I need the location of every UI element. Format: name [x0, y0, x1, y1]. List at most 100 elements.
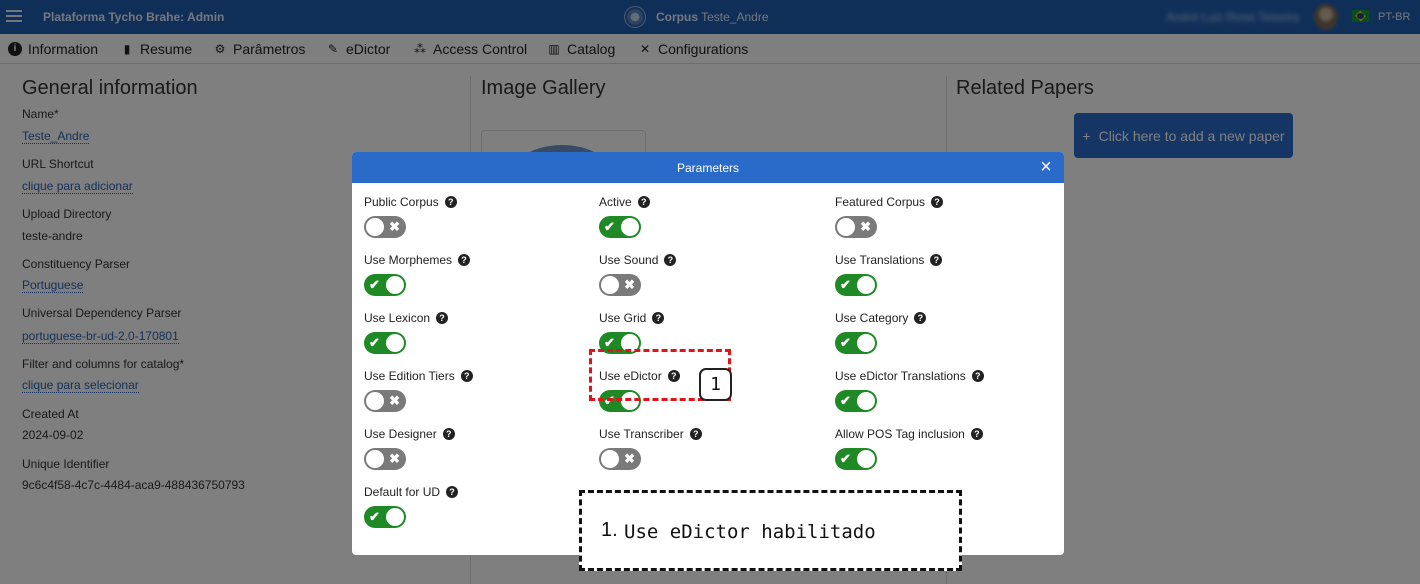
x-icon: ✖	[389, 219, 400, 234]
toggle-knob	[386, 334, 404, 352]
help-icon[interactable]: ?	[436, 312, 449, 324]
param-allow-pos-tag-inclusion: Allow POS Tag inclusion? ✔	[835, 427, 1064, 475]
param-default-for-ud: Default for UD? ✔	[364, 485, 594, 533]
toggle-knob	[366, 218, 384, 236]
param-use-morphemes: Use Morphemes? ✔	[364, 253, 594, 301]
param-use-category: Use Category? ✔	[835, 311, 1064, 359]
param-label: Allow POS Tag inclusion?	[835, 427, 983, 441]
toggle-knob	[621, 218, 639, 236]
param-public-corpus: Public Corpus? ✖	[364, 195, 594, 243]
use-category-toggle[interactable]: ✔	[835, 332, 877, 354]
toggle-knob	[386, 276, 404, 294]
param-label: Use Category?	[835, 311, 927, 325]
modal-title: Parameters	[676, 160, 740, 175]
param-label-text: Use Morphemes	[364, 253, 453, 267]
note-text: Use eDictor habilitado	[624, 521, 876, 543]
param-label-text: Use Category	[835, 311, 909, 325]
param-label-text: Default for UD	[364, 485, 441, 499]
param-use-lexicon: Use Lexicon? ✔	[364, 311, 594, 359]
toggle-knob	[366, 450, 384, 468]
help-icon[interactable]: ?	[970, 428, 983, 440]
param-label: Use Transcriber?	[599, 427, 702, 441]
param-label-text: Public Corpus	[364, 195, 439, 209]
toggle-knob	[857, 334, 875, 352]
help-icon[interactable]: ?	[458, 254, 471, 266]
param-label-text: Use Sound	[599, 253, 659, 267]
param-label: Public Corpus?	[364, 195, 457, 209]
x-icon: ✖	[389, 451, 400, 466]
param-label: Use Morphemes?	[364, 253, 471, 267]
param-label-text: Use Lexicon	[364, 311, 431, 325]
param-label-text: Use Edition Tiers	[364, 369, 455, 383]
toggle-knob	[366, 392, 384, 410]
param-label: Use Lexicon?	[364, 311, 449, 325]
param-label-text: Use Translations	[835, 253, 925, 267]
toggle-knob	[386, 508, 404, 526]
check-icon: ✔	[840, 451, 851, 466]
toggle-knob	[857, 450, 875, 468]
help-icon[interactable]: ?	[460, 370, 473, 382]
help-icon[interactable]: ?	[652, 312, 665, 324]
param-label: Featured Corpus?	[835, 195, 944, 209]
use-sound-toggle[interactable]: ✖	[599, 274, 641, 296]
annotation-note: 1. Use eDictor habilitado	[579, 490, 962, 571]
param-label: Use Grid?	[599, 311, 665, 325]
use-edition-tiers-toggle[interactable]: ✖	[364, 390, 406, 412]
toggle-knob	[857, 276, 875, 294]
help-icon[interactable]: ?	[914, 312, 927, 324]
use-morphemes-toggle[interactable]: ✔	[364, 274, 406, 296]
annotation-marker: 1	[699, 368, 732, 401]
use-edictor-translations-toggle[interactable]: ✔	[835, 390, 877, 412]
param-use-edition-tiers: Use Edition Tiers? ✖	[364, 369, 594, 417]
help-icon[interactable]: ?	[664, 254, 677, 266]
param-label: Default for UD?	[364, 485, 459, 499]
help-icon[interactable]: ?	[446, 486, 459, 498]
help-icon[interactable]: ?	[971, 370, 984, 382]
x-icon: ✖	[624, 277, 635, 292]
check-icon: ✔	[369, 277, 380, 292]
allow-pos-tag-inclusion-toggle[interactable]: ✔	[835, 448, 877, 470]
param-label: Use Translations?	[835, 253, 943, 267]
param-use-transcriber: Use Transcriber? ✖	[599, 427, 829, 475]
x-icon: ✖	[860, 219, 871, 234]
close-icon[interactable]: ×	[1036, 157, 1056, 177]
check-icon: ✔	[840, 335, 851, 350]
param-use-translations: Use Translations? ✔	[835, 253, 1064, 301]
param-label-text: Use Designer	[364, 427, 437, 441]
toggle-knob	[837, 218, 855, 236]
param-label: Use Edition Tiers?	[364, 369, 473, 383]
note-number: 1.	[601, 519, 618, 541]
use-transcriber-toggle[interactable]: ✖	[599, 448, 641, 470]
param-label-text: Use eDictor Translations	[835, 369, 966, 383]
param-active: Active? ✔	[599, 195, 829, 243]
help-icon[interactable]: ?	[689, 428, 702, 440]
check-icon: ✔	[604, 219, 615, 234]
featured-corpus-toggle[interactable]: ✖	[835, 216, 877, 238]
param-use-sound: Use Sound? ✖	[599, 253, 829, 301]
param-label: Use Designer?	[364, 427, 455, 441]
help-icon[interactable]: ?	[637, 196, 650, 208]
param-label: Active?	[599, 195, 650, 209]
x-icon: ✖	[624, 451, 635, 466]
use-translations-toggle[interactable]: ✔	[835, 274, 877, 296]
check-icon: ✔	[840, 393, 851, 408]
use-designer-toggle[interactable]: ✖	[364, 448, 406, 470]
help-icon[interactable]: ?	[442, 428, 455, 440]
help-icon[interactable]: ?	[444, 196, 457, 208]
help-icon[interactable]: ?	[931, 196, 944, 208]
help-icon[interactable]: ?	[930, 254, 943, 266]
param-use-edictor-translations: Use eDictor Translations? ✔	[835, 369, 1064, 417]
active-toggle[interactable]: ✔	[599, 216, 641, 238]
param-use-designer: Use Designer? ✖	[364, 427, 594, 475]
toggle-knob	[857, 392, 875, 410]
toggle-knob	[601, 450, 619, 468]
default-for-ud-toggle[interactable]: ✔	[364, 506, 406, 528]
check-icon: ✔	[840, 277, 851, 292]
use-lexicon-toggle[interactable]: ✔	[364, 332, 406, 354]
public-corpus-toggle[interactable]: ✖	[364, 216, 406, 238]
x-icon: ✖	[389, 393, 400, 408]
param-label: Use Sound?	[599, 253, 677, 267]
param-label-text: Allow POS Tag inclusion	[835, 427, 965, 441]
toggle-knob	[601, 276, 619, 294]
param-label-text: Use Grid	[599, 311, 647, 325]
